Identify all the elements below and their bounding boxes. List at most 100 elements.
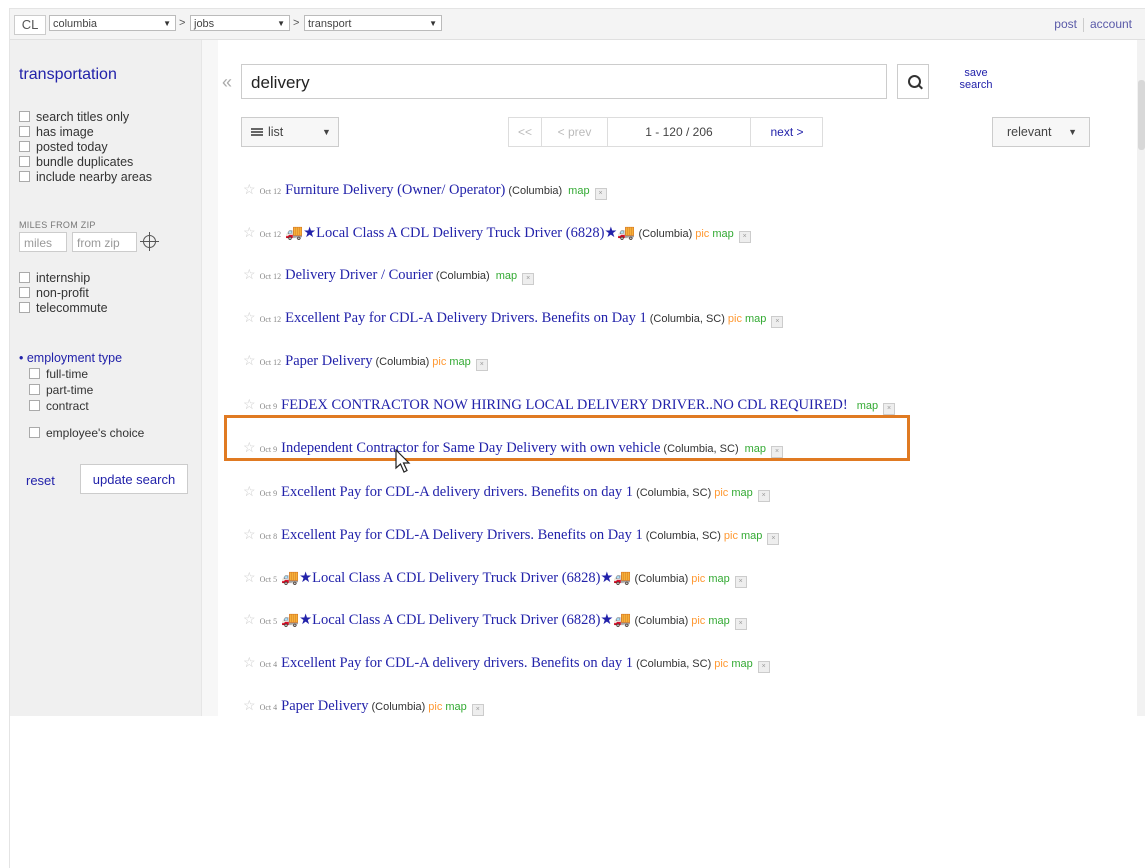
favorite-star-icon[interactable]: ☆ — [243, 611, 256, 627]
update-search-button[interactable]: update search — [80, 464, 188, 494]
search-button[interactable] — [897, 64, 929, 99]
result-title-link[interactable]: Excellent Pay for CDL-A delivery drivers… — [281, 655, 633, 671]
filter-part-time[interactable]: part-time — [29, 383, 93, 397]
area-select[interactable]: columbia ▼ — [49, 15, 176, 31]
hide-result-icon[interactable]: × — [738, 231, 751, 243]
filter-bundle-duplicates[interactable]: bundle duplicates — [19, 155, 133, 169]
result-title-link[interactable]: Excellent Pay for CDL-A Delivery Drivers… — [285, 310, 647, 326]
map-link[interactable]: map — [857, 400, 878, 412]
checkbox[interactable] — [29, 384, 40, 395]
map-link[interactable]: map — [731, 658, 752, 670]
sort-select[interactable]: relevant ▼ — [992, 117, 1090, 147]
filter-search-titles-only[interactable]: search titles only — [19, 110, 129, 124]
result-title-link[interactable]: Furniture Delivery (Owner/ Operator) — [285, 182, 505, 198]
filter-posted-today[interactable]: posted today — [19, 140, 108, 154]
employment-type-toggle[interactable]: • employment type — [19, 351, 122, 365]
account-link[interactable]: account — [1084, 17, 1138, 31]
zip-input[interactable]: from zip — [72, 232, 137, 252]
favorite-star-icon[interactable]: ☆ — [243, 654, 256, 670]
hide-result-icon[interactable]: × — [757, 661, 770, 673]
favorite-star-icon[interactable]: ☆ — [243, 569, 256, 585]
favorite-star-icon[interactable]: ☆ — [243, 396, 256, 412]
favorite-star-icon[interactable]: ☆ — [243, 352, 256, 368]
hide-result-icon[interactable]: × — [767, 533, 780, 545]
favorite-star-icon[interactable]: ☆ — [243, 526, 256, 542]
hide-result-icon[interactable]: × — [771, 316, 784, 328]
filter-full-time[interactable]: full-time — [29, 367, 88, 381]
favorite-star-icon[interactable]: ☆ — [243, 483, 256, 499]
map-link[interactable]: map — [496, 270, 517, 282]
checkbox[interactable] — [19, 302, 30, 313]
result-row: ☆ Oct 5 🚚★Local Class A CDL Delivery Truck… — [243, 567, 747, 588]
filter-contract[interactable]: contract — [29, 399, 89, 413]
locate-icon[interactable] — [140, 232, 159, 251]
map-link[interactable]: map — [741, 530, 762, 542]
category-select-value: transport — [308, 18, 352, 30]
favorite-star-icon[interactable]: ☆ — [243, 224, 256, 240]
checkbox[interactable] — [29, 368, 40, 379]
filter-include-nearby-areas[interactable]: include nearby areas — [19, 170, 152, 184]
checkbox[interactable] — [19, 111, 30, 122]
map-link[interactable]: map — [712, 228, 733, 240]
result-title-link[interactable]: Excellent Pay for CDL-A Delivery Drivers… — [281, 527, 643, 543]
map-link[interactable]: map — [708, 615, 729, 627]
hide-result-icon[interactable]: × — [734, 618, 747, 630]
favorite-star-icon[interactable]: ☆ — [243, 697, 256, 713]
view-mode-select[interactable]: list ▼ — [241, 117, 339, 147]
map-link[interactable]: map — [568, 185, 589, 197]
filter-has-image[interactable]: has image — [19, 125, 94, 139]
collapse-sidebar-icon[interactable]: « — [222, 72, 232, 93]
prev-page-button[interactable]: < prev — [542, 118, 608, 146]
miles-input[interactable]: miles — [19, 232, 67, 252]
result-title-link[interactable]: Excellent Pay for CDL-A delivery drivers… — [281, 484, 633, 500]
checkbox[interactable] — [19, 126, 30, 137]
map-link[interactable]: map — [449, 356, 470, 368]
search-input[interactable]: delivery — [241, 64, 887, 99]
result-title-link[interactable]: FEDEX CONTRACTOR NOW HIRING LOCAL DELIVE… — [281, 397, 848, 413]
hide-result-icon[interactable]: × — [522, 273, 535, 285]
filter-internship[interactable]: internship — [19, 271, 90, 285]
scrollbar-thumb[interactable] — [1138, 80, 1145, 150]
favorite-star-icon[interactable]: ☆ — [243, 181, 256, 197]
hide-result-icon[interactable]: × — [594, 188, 607, 200]
checkbox[interactable] — [19, 156, 30, 167]
checkbox[interactable] — [19, 171, 30, 182]
sidebar-title[interactable]: transportation — [19, 66, 117, 84]
checkbox[interactable] — [29, 427, 40, 438]
hide-result-icon[interactable]: × — [883, 403, 896, 415]
craigslist-logo[interactable]: CL — [14, 15, 46, 35]
hide-result-icon[interactable]: × — [471, 704, 484, 716]
first-page-button[interactable]: << — [509, 118, 542, 146]
page-scrollbar[interactable] — [1137, 40, 1145, 716]
filter-telecommute[interactable]: telecommute — [19, 301, 108, 315]
result-title-link[interactable]: 🚚★Local Class A CDL Delivery Truck Drive… — [285, 225, 635, 241]
checkbox[interactable] — [29, 400, 40, 411]
hide-result-icon[interactable]: × — [734, 576, 747, 588]
filter-employees-choice[interactable]: employee's choice — [29, 426, 144, 440]
map-link[interactable]: map — [731, 487, 752, 499]
checkbox[interactable] — [19, 141, 30, 152]
next-page-button[interactable]: next > — [751, 118, 823, 146]
sidebar-divider[interactable] — [201, 40, 218, 716]
result-title-link[interactable]: Paper Delivery — [281, 698, 368, 714]
post-link[interactable]: post — [1048, 17, 1083, 31]
hide-result-icon[interactable]: × — [757, 490, 770, 502]
map-link[interactable]: map — [445, 701, 466, 713]
favorite-star-icon[interactable]: ☆ — [243, 266, 256, 282]
result-title-link[interactable]: Delivery Driver / Courier — [285, 267, 433, 283]
result-title-link[interactable]: Paper Delivery — [285, 353, 372, 369]
category-select[interactable]: transport ▼ — [304, 15, 442, 31]
checkbox[interactable] — [19, 272, 30, 283]
reset-link[interactable]: reset — [26, 473, 55, 488]
filter-non-profit[interactable]: non-profit — [19, 286, 89, 300]
result-title-link[interactable]: 🚚★Local Class A CDL Delivery Truck Drive… — [281, 570, 631, 586]
map-link[interactable]: map — [708, 573, 729, 585]
favorite-star-icon[interactable]: ☆ — [243, 309, 256, 325]
result-title-link[interactable]: 🚚★Local Class A CDL Delivery Truck Drive… — [281, 612, 631, 628]
save-search-link[interactable]: save search — [951, 67, 1001, 91]
section-select[interactable]: jobs ▼ — [190, 15, 290, 31]
filter-label: posted today — [36, 140, 108, 154]
map-link[interactable]: map — [745, 313, 766, 325]
hide-result-icon[interactable]: × — [475, 359, 488, 371]
checkbox[interactable] — [19, 287, 30, 298]
